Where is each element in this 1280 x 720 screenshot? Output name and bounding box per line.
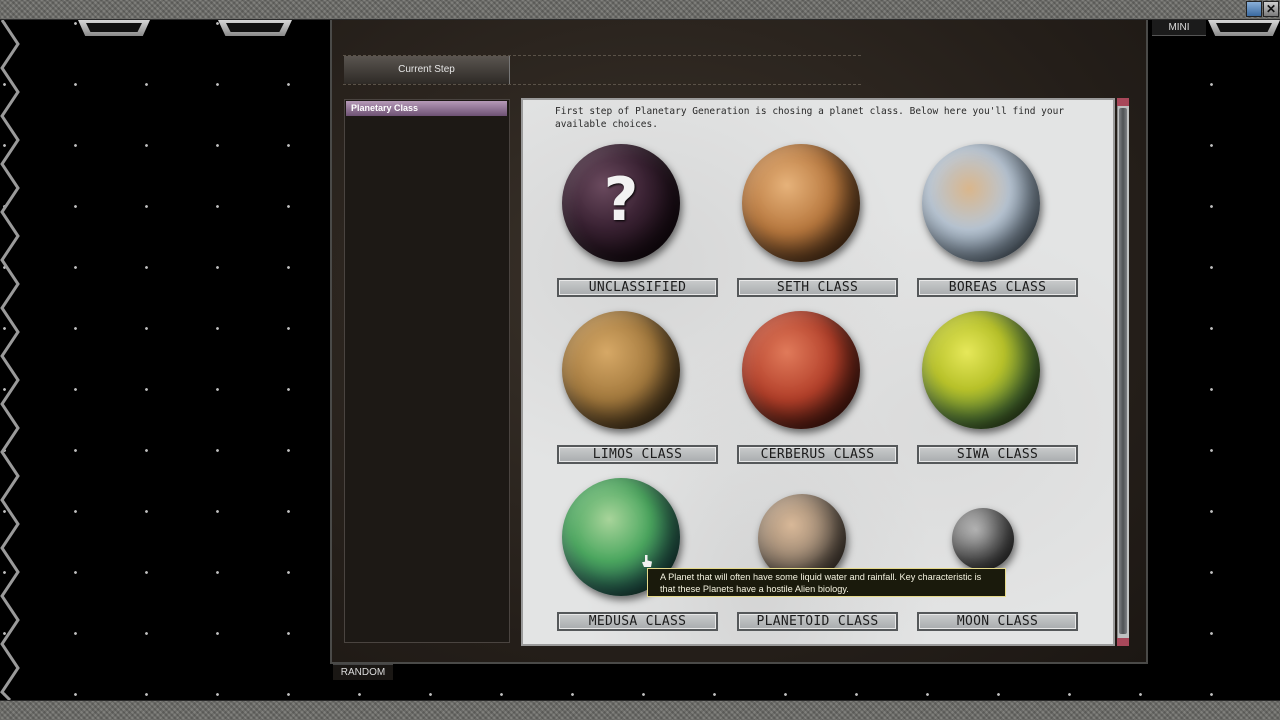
- planet-moon-image[interactable]: [952, 508, 1014, 570]
- zigzag-border-decoration: [0, 20, 20, 700]
- boreas-class-button[interactable]: BOREAS CLASS: [917, 278, 1078, 297]
- planet-description-tooltip: A Planet that will often have some liqui…: [647, 568, 1006, 597]
- planet-cerberus-image[interactable]: [742, 311, 860, 429]
- top-decorative-tab: [78, 20, 150, 36]
- question-mark-icon: ?: [603, 165, 639, 235]
- random-button[interactable]: RANDOM: [333, 664, 393, 680]
- top-decorative-tab: [1208, 20, 1280, 36]
- top-decorative-tab: [218, 20, 292, 36]
- siwa-class-button[interactable]: SIWA CLASS: [917, 445, 1078, 464]
- cerberus-class-button[interactable]: CERBERUS CLASS: [737, 445, 898, 464]
- current-step-tab[interactable]: Current Step: [344, 56, 510, 84]
- game-screen: ✕ MINI Current Step Planetary Class Firs…: [0, 0, 1280, 720]
- planetoid-class-button[interactable]: PLANETOID CLASS: [737, 612, 898, 631]
- planet-siwa-image[interactable]: [922, 311, 1040, 429]
- intro-text: First step of Planetary Generation is ch…: [555, 106, 1065, 130]
- mini-button[interactable]: MINI: [1152, 20, 1206, 36]
- planet-boreas-image[interactable]: [922, 144, 1040, 262]
- planet-seth-image[interactable]: [742, 144, 860, 262]
- scroll-down-arrow[interactable]: [1117, 638, 1129, 646]
- moon-class-button[interactable]: MOON CLASS: [917, 612, 1078, 631]
- close-icon[interactable]: ✕: [1263, 1, 1279, 17]
- sidebar-item-planetary-class[interactable]: Planetary Class: [346, 101, 507, 116]
- medusa-class-button[interactable]: MEDUSA CLASS: [557, 612, 718, 631]
- step-list-sidebar: [344, 99, 510, 643]
- seth-class-button[interactable]: SETH CLASS: [737, 278, 898, 297]
- bottom-texture-bar: [0, 700, 1280, 720]
- top-texture-bar: [0, 0, 1280, 20]
- minimize-icon[interactable]: [1246, 1, 1262, 17]
- planet-limos-image[interactable]: [562, 311, 680, 429]
- scroll-up-arrow[interactable]: [1117, 98, 1129, 106]
- scrollbar-thumb[interactable]: [1119, 108, 1127, 634]
- limos-class-button[interactable]: LIMOS CLASS: [557, 445, 718, 464]
- unclassified-button[interactable]: UNCLASSIFIED: [557, 278, 718, 297]
